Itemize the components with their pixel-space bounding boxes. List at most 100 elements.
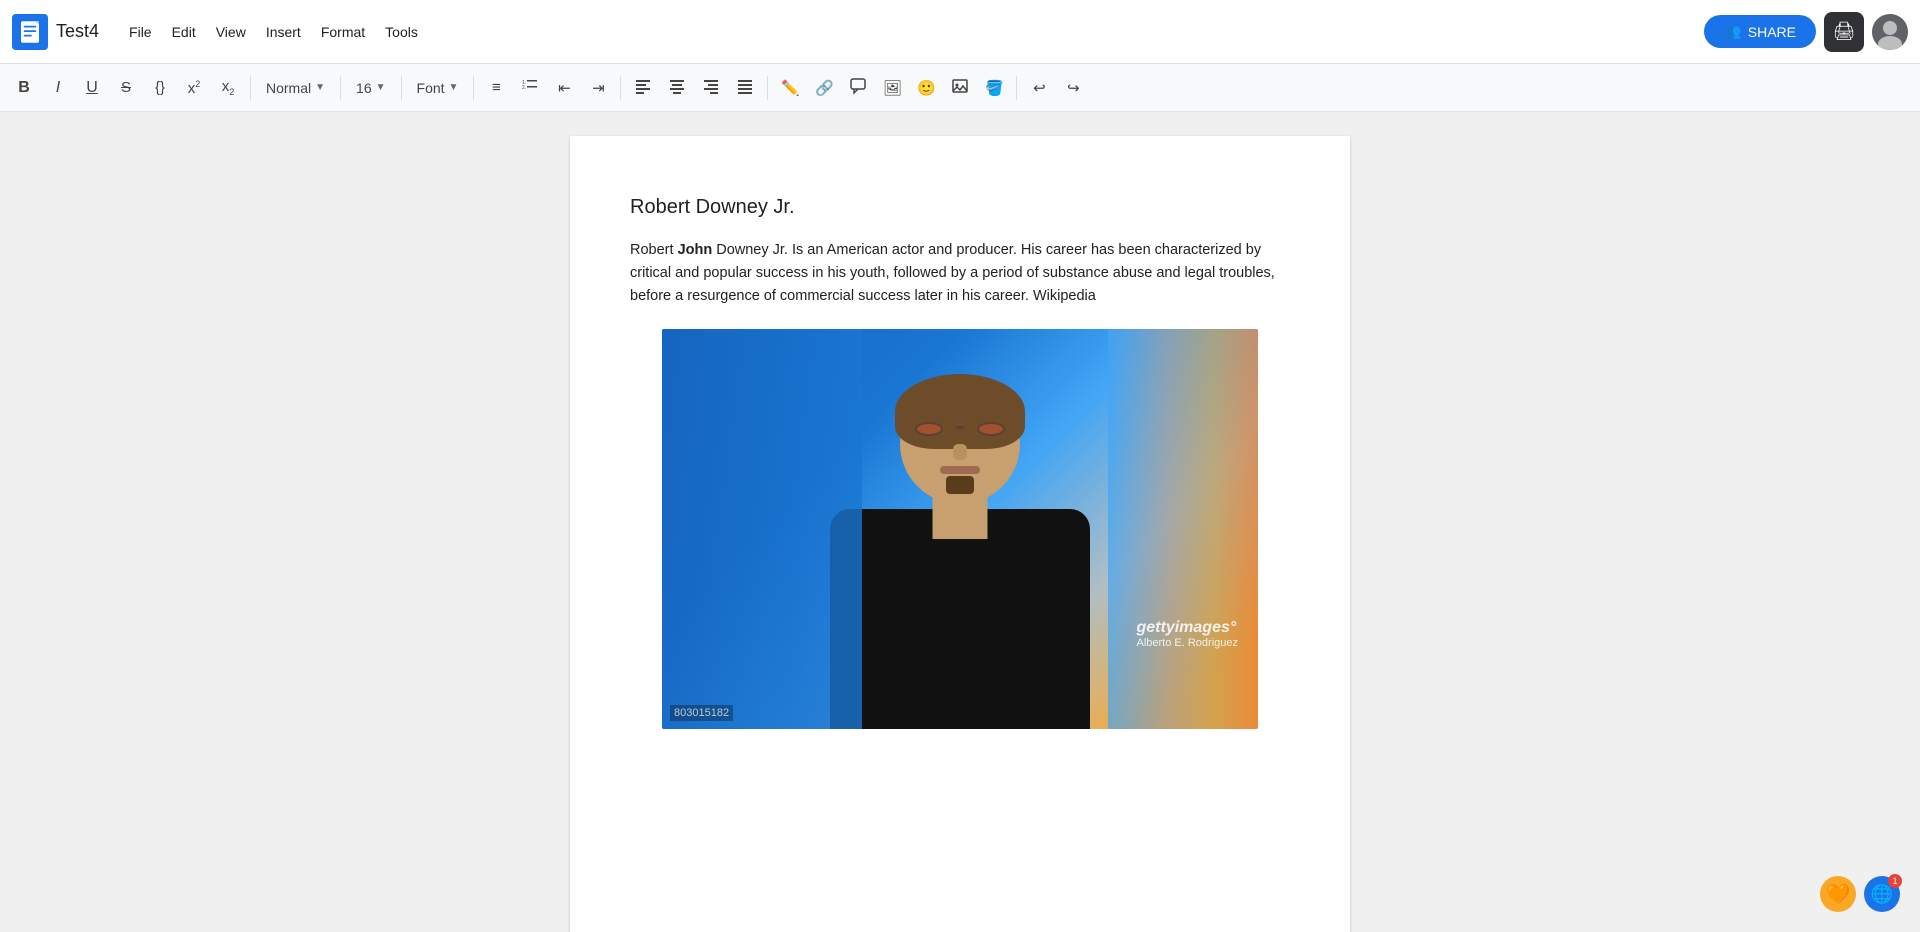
redo-icon: ↪ [1067,79,1080,97]
menu-edit[interactable]: Edit [162,20,206,44]
drive-image-button[interactable] [944,72,976,104]
body-bold-word: John [678,242,713,258]
underline-button[interactable]: U [76,72,108,104]
style-chevron-icon: ▼ [315,82,325,93]
bold-button[interactable]: B [8,72,40,104]
redo-button[interactable]: ↪ [1057,72,1089,104]
align-left-button[interactable] [627,72,659,104]
link-button[interactable]: 🔗 [808,72,840,104]
hair-shape [895,374,1025,449]
justify-button[interactable] [729,72,761,104]
share-button[interactable]: 👥 SHARE [1704,15,1816,48]
head-shape [900,384,1020,504]
drive-image-icon [951,77,969,99]
document-image[interactable]: gettyimages° Alberto E. Rodriguez 803015… [662,329,1258,729]
align-right-icon [702,77,720,99]
mouth-shape [940,466,980,474]
goatee-shape [946,476,974,494]
emoji-icon: 🙂 [917,79,936,97]
italic-button[interactable]: I [42,72,74,104]
font-value: Font [417,80,445,96]
highlight-button[interactable]: ✏️ [774,72,806,104]
paint-bucket-icon: 🪣 [985,79,1004,97]
divider-7 [1016,76,1017,100]
comment-button[interactable] [842,72,874,104]
superscript-label: x2 [188,79,201,97]
nose-shape [953,444,967,460]
menu-tools[interactable]: Tools [375,20,428,44]
document-body: Robert John Downey Jr. Is an American ac… [630,239,1290,309]
subscript-label: x2 [222,78,235,97]
emoji-button[interactable]: 🙂 [910,72,942,104]
unordered-list-button[interactable]: ≡ [480,72,512,104]
share-label: SHARE [1748,24,1796,40]
undo-button[interactable]: ↩ [1023,72,1055,104]
divider-3 [401,76,402,100]
paint-bucket-button[interactable]: 🪣 [978,72,1010,104]
notification-badge[interactable]: 🌐 1 [1864,876,1900,912]
font-size-chevron-icon: ▼ [376,82,386,93]
document-heading: Robert Downey Jr. [630,196,1290,219]
font-select[interactable]: Font ▼ [408,72,468,104]
divider-1 [250,76,251,100]
body-suffix: Downey Jr. Is an American actor and prod… [630,242,1275,304]
body-prefix: Robert [630,242,678,258]
unordered-list-icon: ≡ [492,79,501,96]
share-icon: 👥 [1724,23,1741,40]
body-shape [830,509,1090,729]
divider-4 [473,76,474,100]
align-right-button[interactable] [695,72,727,104]
highlight-icon: ✏️ [781,79,800,97]
image-insert-button[interactable]: 🖼 [876,72,908,104]
divider-2 [340,76,341,100]
menu-file[interactable]: File [119,20,162,44]
image-insert-icon: 🖼 [883,79,902,97]
font-size-value: 16 [356,80,372,96]
bg-right [1108,329,1258,729]
image-number: 803015182 [670,705,733,721]
font-size-select[interactable]: 16 ▼ [347,72,394,104]
getty-watermark: gettyimages° Alberto E. Rodriguez [1137,619,1239,649]
menu-bar: File Edit View Insert Format Tools [119,20,428,44]
increase-indent-icon: ⇥ [592,79,605,97]
comment-icon [849,77,867,98]
divider-6 [767,76,768,100]
topbar: Test4 File Edit View Insert Format Tools… [0,0,1920,64]
style-select[interactable]: Normal ▼ [257,72,334,104]
avatar[interactable] [1872,14,1908,50]
ordered-list-button[interactable]: 1. 2. [514,72,546,104]
left-eye [915,422,943,436]
superscript-button[interactable]: x2 [178,72,210,104]
print-button[interactable]: 🖨 [1824,12,1864,52]
menu-insert[interactable]: Insert [256,20,311,44]
braces-button[interactable]: {} [144,72,176,104]
align-center-button[interactable] [661,72,693,104]
bg-left [662,329,862,729]
svg-text:2.: 2. [522,85,526,91]
getty-logo: gettyimages° [1137,619,1239,637]
align-center-icon [668,77,686,99]
glasses-bridge [956,426,964,429]
menu-format[interactable]: Format [311,20,375,44]
emoji-icon: 🧡 [1826,882,1851,907]
subscript-button[interactable]: x2 [212,72,244,104]
doc-icon [12,14,48,50]
justify-icon [736,77,754,99]
increase-indent-button[interactable]: ⇥ [582,72,614,104]
style-value: Normal [266,80,311,96]
font-chevron-icon: ▼ [449,82,459,93]
toolbar: B I U S {} x2 x2 Normal ▼ 16 ▼ Font ▼ ≡ … [0,64,1920,112]
menu-view[interactable]: View [206,20,256,44]
ordered-list-icon: 1. 2. [521,77,539,99]
photographer-name: Alberto E. Rodriguez [1137,637,1239,649]
main-content-area: Robert Downey Jr. Robert John Downey Jr.… [0,112,1920,932]
decrease-indent-icon: ⇤ [558,79,571,97]
emoji-badge: 🧡 [1820,876,1856,912]
document-page[interactable]: Robert Downey Jr. Robert John Downey Jr.… [570,136,1350,932]
right-eye [977,422,1005,436]
strikethrough-button[interactable]: S [110,72,142,104]
decrease-indent-button[interactable]: ⇤ [548,72,580,104]
document-image-container: gettyimages° Alberto E. Rodriguez 803015… [630,329,1290,729]
undo-icon: ↩ [1033,79,1046,97]
notification-count: 1 [1888,874,1902,888]
